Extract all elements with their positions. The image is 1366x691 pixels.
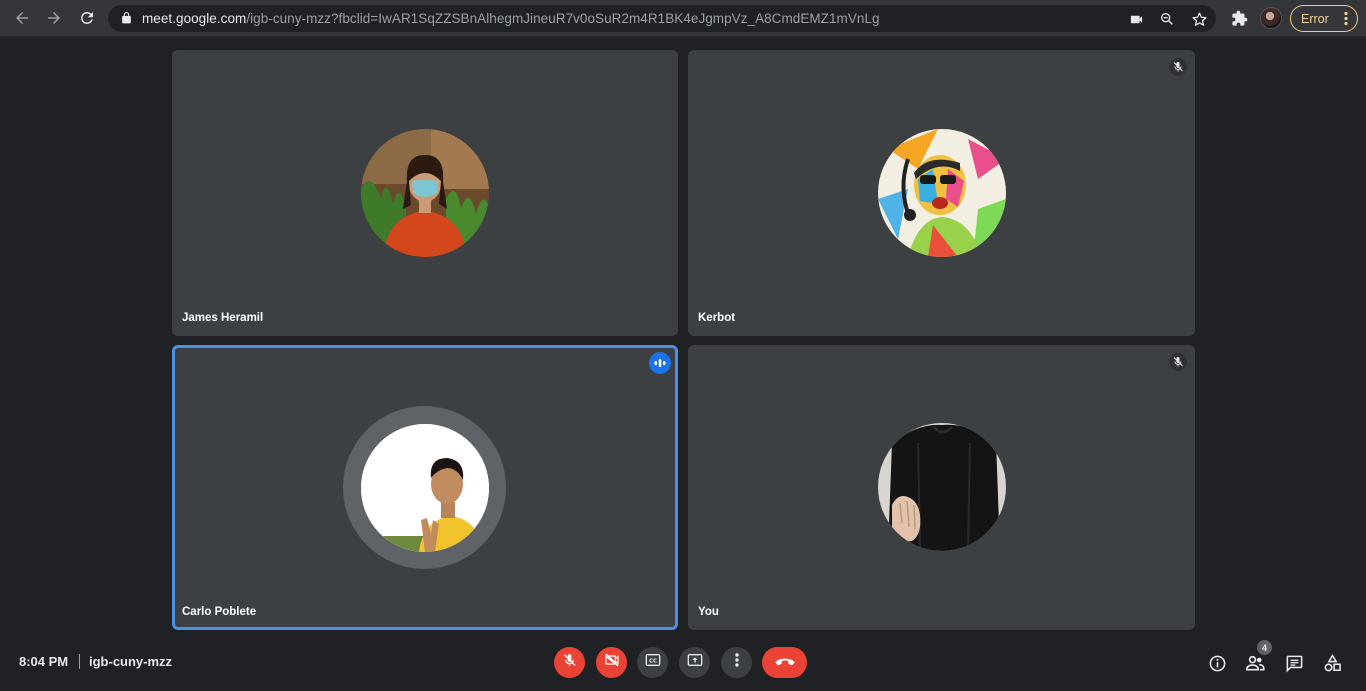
star-icon[interactable] [1190, 10, 1208, 28]
speaking-indicator-icon [649, 352, 671, 374]
browser-toolbar: meet.google.com/igb-cuny-mzz?fbclid=IwAR… [0, 0, 1366, 37]
meeting-code: igb-cuny-mzz [89, 654, 173, 669]
participant-name: James Heramil [182, 312, 264, 324]
url-host: meet.google.com [142, 11, 247, 26]
camera-off-icon [604, 652, 620, 673]
participant-tile-self[interactable]: You [688, 345, 1195, 630]
profile-error-label: Error [1301, 11, 1329, 26]
captions-icon: CC [645, 653, 661, 672]
url-text: meet.google.com/igb-cuny-mzz?fbclid=IwAR… [142, 11, 880, 26]
avatar [361, 424, 489, 552]
profile-avatar[interactable] [1260, 7, 1282, 29]
more-options-button[interactable] [721, 647, 752, 678]
meeting-controls-bar: 8:04 PM igb-cuny-mzz CC 4 [0, 638, 1366, 691]
present-button[interactable] [679, 647, 710, 678]
camera-icon[interactable] [1127, 10, 1145, 28]
forward-icon[interactable] [42, 6, 66, 30]
reload-icon[interactable] [75, 6, 99, 30]
captions-button[interactable]: CC [637, 647, 668, 678]
zoom-icon[interactable] [1158, 10, 1176, 28]
mic-muted-icon [1169, 58, 1187, 76]
info-icon[interactable] [1207, 653, 1227, 673]
participant-name: Kerbot [698, 312, 736, 324]
leave-call-button[interactable] [762, 647, 807, 678]
participant-tile[interactable]: James Heramil [172, 50, 678, 336]
leave-call-icon [775, 654, 795, 672]
people-count-badge: 4 [1257, 640, 1272, 655]
mic-muted-icon [1169, 353, 1187, 371]
avatar [878, 129, 1006, 257]
divider [79, 654, 80, 669]
participant-name: Carlo Poblete [182, 606, 257, 618]
avatar [361, 129, 489, 257]
url-path: /igb-cuny-mzz?fbclid=IwAR1SqZZSBnAlhegmJ… [246, 11, 880, 26]
address-bar[interactable]: meet.google.com/igb-cuny-mzz?fbclid=IwAR… [108, 5, 1216, 32]
chat-icon[interactable] [1284, 653, 1304, 673]
participant-tile[interactable]: Kerbot [688, 50, 1195, 336]
more-vert-icon[interactable] [1344, 11, 1348, 29]
present-icon [687, 653, 703, 672]
profile-error-button[interactable]: Error [1290, 5, 1358, 32]
mic-off-icon [562, 653, 577, 673]
meeting-time: 8:04 PM [19, 654, 69, 669]
participant-tile-active[interactable]: Carlo Poblete [172, 345, 678, 630]
svg-text:CC: CC [649, 659, 657, 665]
people-icon[interactable] [1245, 653, 1265, 673]
more-options-icon [734, 653, 739, 672]
extensions-icon[interactable] [1227, 6, 1251, 30]
back-icon[interactable] [10, 6, 34, 30]
avatar [878, 423, 1006, 551]
activities-icon[interactable] [1322, 653, 1342, 673]
camera-toggle-button[interactable] [596, 647, 627, 678]
lock-icon[interactable] [120, 11, 133, 30]
mic-toggle-button[interactable] [554, 647, 585, 678]
participant-name: You [698, 606, 719, 618]
